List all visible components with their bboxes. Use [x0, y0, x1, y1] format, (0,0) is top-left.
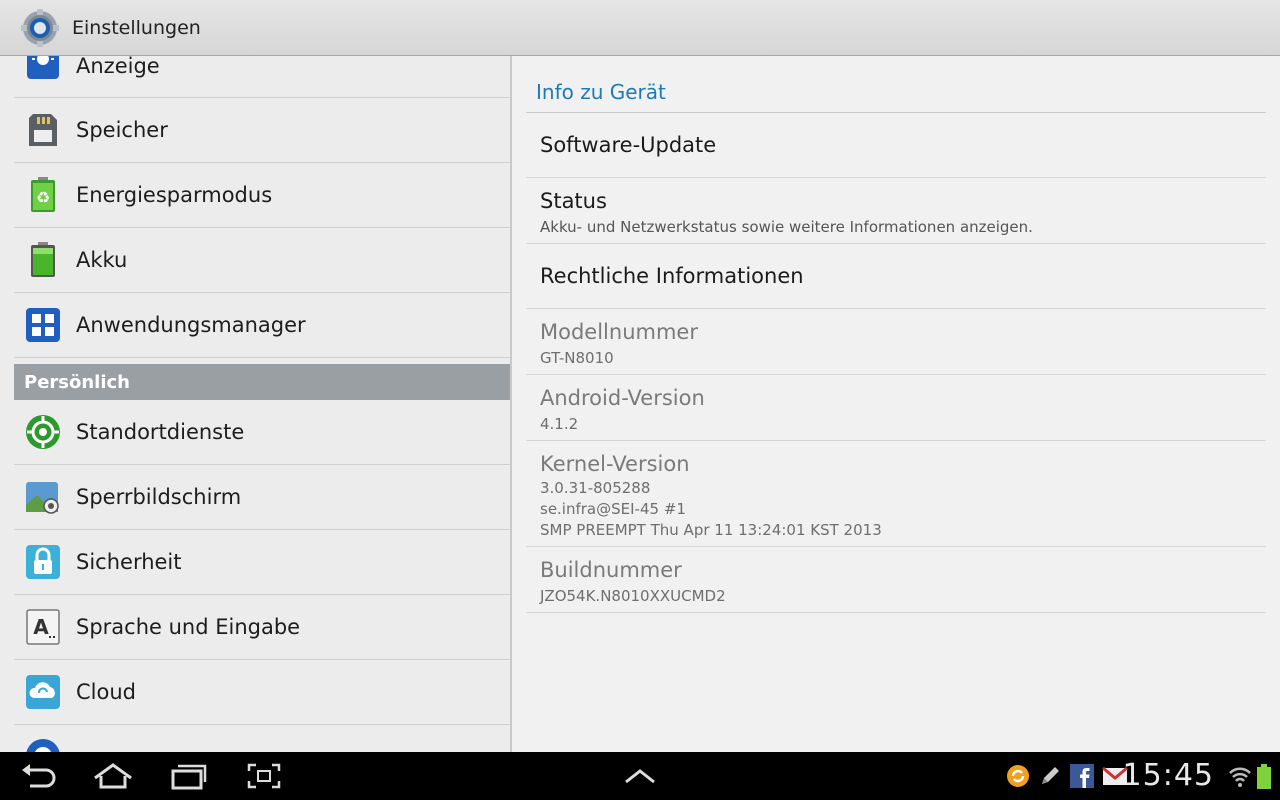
row-android-version[interactable]: Android-Version 4.1.2 — [526, 375, 1266, 441]
facebook-icon[interactable] — [1070, 764, 1094, 788]
status-clock[interactable]: 15:45 — [1123, 758, 1214, 793]
list-item-akku[interactable]: Akku — [14, 228, 510, 293]
list-item-anwendungsmanager[interactable]: Anwendungsmanager — [14, 293, 510, 358]
list-item-partial[interactable] — [14, 725, 510, 752]
cloud-icon — [24, 673, 62, 711]
list-item-cloud[interactable]: Cloud — [14, 660, 510, 725]
sd-card-icon — [24, 111, 62, 149]
keyboard-letter-icon: A — [24, 608, 62, 646]
device-info-pane: Info zu Gerät Software-Update Status Akk… — [512, 56, 1280, 752]
list-item-label: Sprache und Eingabe — [76, 615, 301, 639]
svg-text:A: A — [33, 615, 49, 639]
row-status[interactable]: Status Akku- und Netzwerkstatus sowie we… — [526, 178, 1266, 244]
list-item-standortdienste[interactable]: Standortdienste — [14, 400, 510, 465]
wifi-icon[interactable] — [1228, 764, 1252, 788]
row-build-number[interactable]: Buildnummer JZO54K.N8010XXUCMD2 — [526, 547, 1266, 613]
power-saving-icon: ♻ — [24, 176, 62, 214]
row-legal-info[interactable]: Rechtliche Informationen — [526, 244, 1266, 309]
menu-up-icon[interactable] — [620, 760, 660, 792]
display-icon — [24, 56, 62, 84]
row-summary: GT-N8010 — [540, 349, 614, 367]
recent-apps-icon[interactable] — [168, 760, 208, 792]
row-title: Software-Update — [540, 133, 717, 157]
row-software-update[interactable]: Software-Update — [526, 113, 1266, 178]
section-header-personal: Persönlich — [14, 364, 510, 400]
list-item-label: Anzeige — [76, 56, 160, 78]
list-item-speicher[interactable]: Speicher — [14, 98, 510, 163]
row-title: Android-Version — [540, 386, 705, 410]
list-item-label: Energiesparmodus — [76, 183, 273, 207]
padlock-icon — [24, 543, 62, 581]
pane-title: Info zu Gerät — [536, 80, 666, 104]
list-item-sprache-und-eingabe[interactable]: A Sprache und Eingabe — [14, 595, 510, 660]
app-title: Einstellungen — [72, 16, 201, 39]
battery-icon — [24, 241, 62, 279]
pen-icon[interactable] — [1038, 764, 1062, 788]
screenshot-icon[interactable] — [244, 760, 284, 792]
lock-screen-icon — [24, 478, 62, 516]
list-item-label: Standortdienste — [76, 420, 245, 444]
list-item-label: Sperrbildschirm — [76, 485, 242, 509]
list-item-sicherheit[interactable]: Sicherheit — [14, 530, 510, 595]
battery-status-icon[interactable] — [1256, 764, 1272, 789]
settings-gear-icon[interactable] — [20, 8, 60, 48]
row-title: Buildnummer — [540, 558, 682, 582]
app-manager-icon — [24, 306, 62, 344]
row-kernel-version: Kernel-Version 3.0.31-805288 se.infra@SE… — [526, 441, 1266, 547]
settings-category-list[interactable]: Anzeige Speicher ♻ Energiesparmodus Akku… — [0, 56, 512, 752]
row-summary: JZO54K.N8010XXUCMD2 — [540, 587, 726, 605]
row-summary: Akku- und Netzwerkstatus sowie weitere I… — [540, 218, 1033, 236]
backup-icon — [24, 737, 62, 752]
list-item-label: Akku — [76, 248, 128, 272]
row-title: Modellnummer — [540, 320, 698, 344]
row-model-number: Modellnummer GT-N8010 — [526, 309, 1266, 375]
kernel-line: 3.0.31-805288 — [540, 479, 651, 497]
svg-text:♻: ♻ — [36, 188, 50, 207]
location-icon — [24, 413, 62, 451]
back-icon[interactable] — [18, 760, 60, 792]
sync-icon[interactable] — [1006, 764, 1030, 788]
row-title: Rechtliche Informationen — [540, 264, 804, 288]
row-summary: 4.1.2 — [540, 415, 579, 433]
row-summary: 3.0.31-805288 se.infra@SEI-45 #1 SMP PRE… — [540, 478, 1266, 541]
list-item-anzeige[interactable]: Anzeige — [14, 56, 510, 98]
list-item-energiesparmodus[interactable]: ♻ Energiesparmodus — [14, 163, 510, 228]
list-item-label: Cloud — [76, 680, 136, 704]
list-item-label: Speicher — [76, 118, 168, 142]
list-item-sperrbildschirm[interactable]: Sperrbildschirm — [14, 465, 510, 530]
kernel-line: SMP PREEMPT Thu Apr 11 13:24:01 KST 2013 — [540, 521, 882, 539]
home-icon[interactable] — [90, 760, 136, 792]
row-title: Status — [540, 189, 607, 213]
kernel-line: se.infra@SEI-45 #1 — [540, 500, 686, 518]
system-navigation-bar: 15:45 — [0, 752, 1280, 800]
list-item-label: Anwendungsmanager — [76, 313, 306, 337]
list-item-label: Sicherheit — [76, 550, 182, 574]
row-title: Kernel-Version — [540, 452, 690, 476]
action-bar: Einstellungen — [0, 0, 1280, 56]
